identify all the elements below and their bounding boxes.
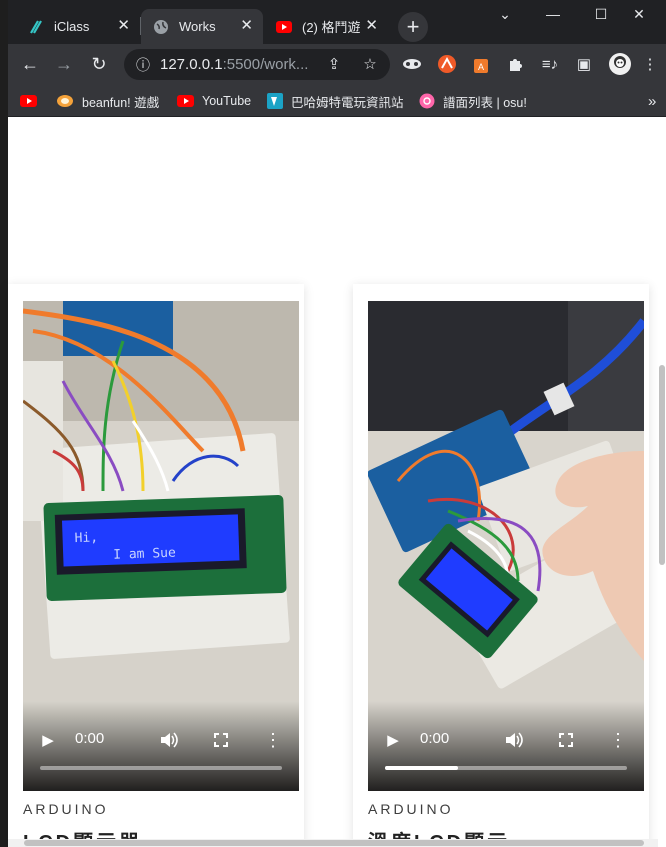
video-progress-bar[interactable] [385,766,627,770]
play-icon[interactable]: ▶ [37,729,59,751]
svg-text:A: A [478,62,484,72]
chrome-menu-icon[interactable]: ⋮ [642,52,658,76]
bookmark-star-icon[interactable]: ☆ [358,52,382,76]
bookmarks-overflow-button[interactable]: » [648,90,656,112]
work-card: Hi, I am Sue ▶ 0:00 ⋮ ARDUINO [8,284,304,847]
play-icon[interactable]: ▶ [382,729,404,751]
close-window-button[interactable]: ✕ [624,0,654,28]
more-options-icon[interactable]: ⋮ [609,729,627,751]
extensions-puzzle-icon[interactable] [504,52,528,76]
video-controls: ▶ 0:00 ⋮ [23,701,299,791]
minimize-button[interactable]: — [538,0,568,28]
work-card: ▶ 0:00 ⋮ ARDUINO 溫度LCD顯示 [353,284,649,847]
url-host: 127.0.0.1 [160,56,223,73]
volume-icon[interactable] [502,729,526,751]
bahamut-icon [267,93,283,109]
page-content: Hi, I am Sue ▶ 0:00 ⋮ ARDUINO ▶ 0:00 ⋮ A… [8,117,658,847]
scrollbar-thumb[interactable] [24,840,644,846]
tab-label: iClass [54,19,90,34]
youtube-icon [20,95,37,107]
progress-fill [385,766,458,770]
bookmarks-bar: beanfun! 遊戲 YouTube 巴哈姆特電玩資訊站 譜面列表 | osu… [8,84,666,117]
address-bar[interactable]: ⓘ 127.0.0.1 :5500/work... [124,49,390,80]
tab-search-icon[interactable]: ⌄ [490,0,520,28]
tab-works[interactable]: Works ✕ [141,9,263,44]
media-control-icon[interactable]: ≡♪ [538,52,562,76]
close-tab-icon[interactable]: ✕ [240,18,253,34]
lcd-line-2: I am Sue [113,546,176,563]
youtube-icon [177,95,194,107]
fullscreen-icon[interactable] [555,729,577,751]
tab-label: (2) 格鬥遊 [302,20,361,35]
tab-label: Works [179,19,216,34]
tab-iclass[interactable]: iClass ✕ [16,9,140,44]
more-options-icon[interactable]: ⋮ [264,729,282,751]
bookmark-label: 巴哈姆特電玩資訊站 [291,95,404,110]
video-controls: ▶ 0:00 ⋮ [368,701,644,791]
youtube-icon [276,19,292,35]
osu-icon [419,93,435,109]
beanfun-icon [56,94,74,108]
bookmark-label: 譜面列表 | osu! [443,95,527,110]
video-player[interactable]: Hi, I am Sue ▶ 0:00 ⋮ [23,301,299,791]
card-category: ARDUINO [23,801,109,817]
back-button[interactable]: ← [18,52,42,76]
lcd-line-1: Hi, [74,530,98,546]
new-tab-button[interactable]: + [398,12,428,42]
bookmark-osu[interactable]: 譜面列表 | osu! [419,90,527,112]
extension-bag-icon[interactable]: A [469,52,493,76]
bookmark-label: YouTube [202,94,252,108]
extension-orange-icon[interactable] [435,52,459,76]
side-panel-icon[interactable]: ▣ [572,52,596,76]
bookmark-bahamut[interactable]: 巴哈姆特電玩資訊站 [267,90,404,112]
video-time: 0:00 [75,730,105,747]
background-editor [0,0,8,847]
close-tab-icon[interactable]: ✕ [365,18,378,34]
toolbar: ← → ↻ ⓘ 127.0.0.1 :5500/work... ⇪ ☆ A ≡♪ [8,44,666,84]
horizontal-scrollbar[interactable] [8,839,658,847]
fullscreen-icon[interactable] [210,729,232,751]
browser-chrome: iClass ✕ Works ✕ (2) 格鬥遊 ✕ + ⌄ — ☐ ✕ ← →… [8,0,666,117]
tab-youtube[interactable]: (2) 格鬥遊 ✕ [264,9,388,44]
bookmark-label: beanfun! 遊戲 [82,95,160,110]
tab-bar: iClass ✕ Works ✕ (2) 格鬥遊 ✕ + ⌄ — ☐ ✕ [8,0,666,44]
forward-button[interactable]: → [52,52,76,76]
iclass-icon [28,19,44,35]
video-time: 0:00 [420,730,450,747]
maximize-button[interactable]: ☐ [586,0,616,28]
video-progress-bar[interactable] [40,766,282,770]
video-player[interactable]: ▶ 0:00 ⋮ [368,301,644,791]
profile-avatar[interactable] [608,52,632,76]
bookmark-beanfun[interactable]: beanfun! 遊戲 [56,90,159,112]
globe-icon [153,19,169,35]
extension-mask-icon[interactable] [400,52,424,76]
card-category: ARDUINO [368,801,454,817]
site-info-icon[interactable]: ⓘ [136,55,150,75]
share-icon[interactable]: ⇪ [322,52,346,76]
browser-window: iClass ✕ Works ✕ (2) 格鬥遊 ✕ + ⌄ — ☐ ✕ ← →… [0,0,666,847]
volume-icon[interactable] [157,729,181,751]
vertical-scrollbar[interactable] [658,117,666,847]
reload-button[interactable]: ↻ [87,52,111,76]
url-path: :5500/work... [222,56,309,73]
bookmark-youtube[interactable]: YouTube [177,90,251,112]
bookmark-youtube-icon-only[interactable] [20,90,45,112]
scrollbar-thumb[interactable] [659,365,665,565]
close-tab-icon[interactable]: ✕ [117,18,130,34]
